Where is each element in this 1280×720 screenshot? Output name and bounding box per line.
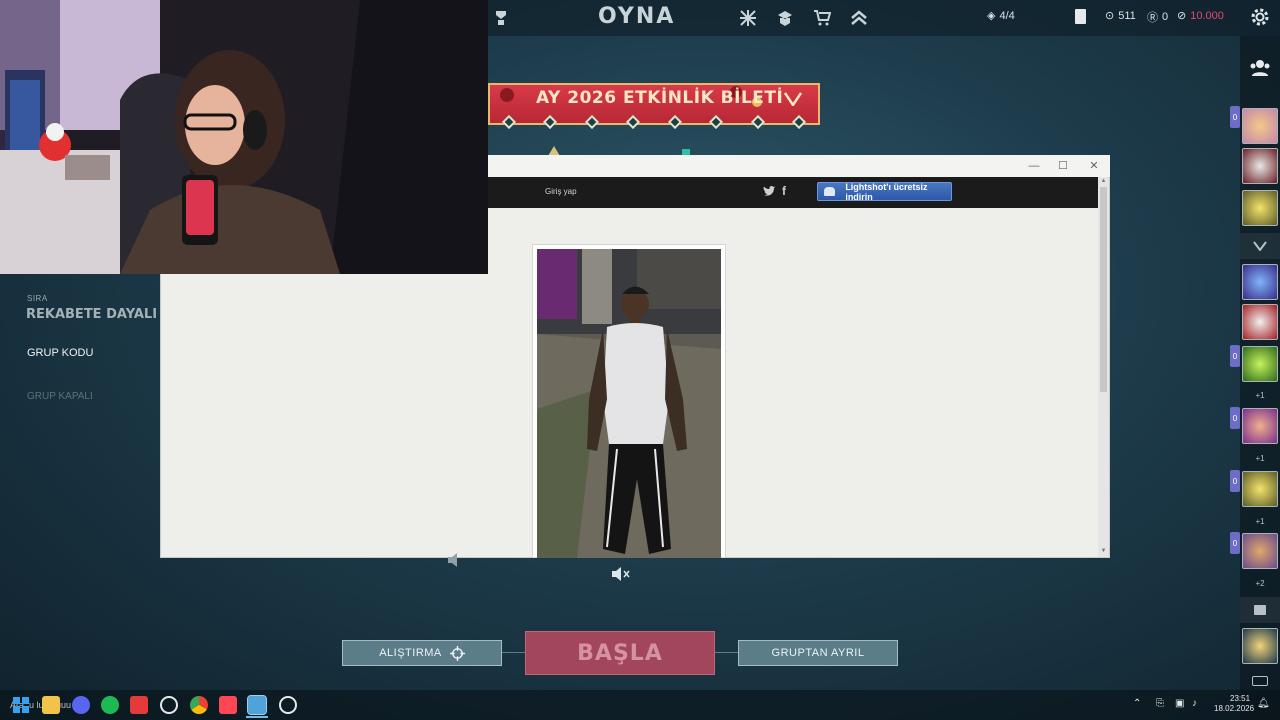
- agents-icon[interactable]: [737, 7, 759, 29]
- minimize-icon[interactable]: —: [1026, 158, 1042, 174]
- extra-count: +2: [1255, 579, 1265, 588]
- kingdom-credits-icon: ⊙: [1105, 10, 1115, 22]
- riot-client-icon[interactable]: [130, 696, 148, 714]
- clock-date[interactable]: 18.02.2026: [1214, 704, 1254, 713]
- store-cart-icon[interactable]: [811, 7, 833, 29]
- webcam-overlay: [0, 0, 488, 274]
- premier-card-icon[interactable]: [1075, 9, 1086, 24]
- friend-level-badge: 0: [1230, 470, 1240, 492]
- friend-level-badge: 0: [1230, 532, 1240, 554]
- spotify-icon[interactable]: [101, 696, 119, 714]
- download-cloud-icon: [824, 187, 836, 196]
- valorant-points-icon: ⊘: [1177, 10, 1187, 22]
- chat-icon[interactable]: [1252, 676, 1268, 686]
- diamond-icon: [709, 114, 724, 130]
- twitter-icon[interactable]: [763, 185, 776, 198]
- connector-line: [715, 652, 738, 653]
- extra-count: +1: [1255, 454, 1265, 463]
- chevron-up-icon[interactable]: ⌃: [1133, 698, 1141, 709]
- notification-bell-icon[interactable]: 🔔︎: [1257, 698, 1270, 709]
- microphone-icon[interactable]: ⎘: [1156, 698, 1164, 709]
- play-tab[interactable]: OYNA: [598, 4, 675, 29]
- friend-avatar[interactable]: [1242, 304, 1278, 340]
- mute-icon[interactable]: [609, 563, 631, 585]
- collection-icon[interactable]: [774, 7, 796, 29]
- valorant-logo-icon: [783, 92, 803, 108]
- screenshot-image[interactable]: [537, 249, 721, 558]
- diamond-icon: [750, 114, 765, 130]
- steelseries-icon[interactable]: [279, 696, 297, 714]
- active-app-indicator: [246, 716, 268, 718]
- friend-avatar[interactable]: [1242, 408, 1278, 444]
- offline-group-icon[interactable]: [1240, 597, 1280, 623]
- lightshot-icon[interactable]: [247, 695, 267, 715]
- valorant-icon[interactable]: [219, 696, 237, 714]
- scroll-up-icon[interactable]: ▲: [1099, 178, 1108, 184]
- party-icon: ◈: [987, 10, 996, 22]
- lantern-icon: [500, 88, 514, 102]
- friend-avatar[interactable]: [1242, 533, 1278, 569]
- crosshair-icon: [449, 645, 465, 661]
- kingdom-credits[interactable]: ⊙ 511: [1105, 9, 1136, 23]
- queue-label: SIRA: [27, 294, 48, 303]
- friend-avatar[interactable]: [1242, 471, 1278, 507]
- diamond-icon: [501, 114, 516, 130]
- valorant-points[interactable]: ⊘ 10.000: [1177, 9, 1224, 23]
- close-icon[interactable]: ✕: [1086, 158, 1102, 174]
- friend-avatar[interactable]: [1242, 628, 1278, 664]
- mute-icon[interactable]: [445, 549, 467, 571]
- practice-button[interactable]: ALIŞTIRMA: [342, 640, 502, 666]
- player-card-avatar[interactable]: [1242, 108, 1278, 144]
- diamond-icon: [543, 114, 558, 130]
- friend-level-badge: 0: [1230, 345, 1240, 367]
- career-icon[interactable]: [490, 7, 512, 29]
- clock-time[interactable]: 23:51: [1230, 694, 1250, 703]
- party-member-avatar[interactable]: [1242, 148, 1278, 184]
- diamond-icon: [584, 114, 599, 130]
- queue-mode-selector[interactable]: REKABETE DAYALI: [26, 307, 157, 322]
- diamond-icon: [626, 114, 641, 130]
- lightshot-header: [488, 177, 1098, 208]
- network-icon[interactable]: ▣: [1175, 698, 1184, 709]
- party-member-avatar[interactable]: [1242, 190, 1278, 226]
- collapse-chevron-icon[interactable]: [1240, 233, 1280, 259]
- windows-start-icon[interactable]: [12, 696, 30, 714]
- leave-group-button[interactable]: GRUPTAN AYRIL: [738, 640, 898, 666]
- download-lightshot-button[interactable]: Lightshot'ı ücretsiz indirin: [817, 182, 952, 202]
- friends-icon[interactable]: [1248, 56, 1272, 80]
- friend-level-badge: 0: [1230, 407, 1240, 429]
- chrome-icon[interactable]: [190, 696, 208, 714]
- login-link[interactable]: Giriş yap: [545, 187, 577, 196]
- scroll-down-icon[interactable]: ▼: [1099, 548, 1108, 554]
- group-closed-toggle[interactable]: GRUP KAPALI: [27, 391, 93, 402]
- facebook-icon[interactable]: f: [782, 184, 786, 198]
- friend-avatar[interactable]: [1242, 264, 1278, 300]
- discord-icon[interactable]: [72, 696, 90, 714]
- volume-icon[interactable]: ♪: [1192, 698, 1197, 709]
- friend-avatar[interactable]: [1242, 346, 1278, 382]
- obs-icon[interactable]: [160, 696, 178, 714]
- banner-diamond-strip: [488, 114, 820, 130]
- start-button[interactable]: BAŞLA: [525, 631, 715, 675]
- diamond-icon: [792, 114, 807, 130]
- event-banner-title: AY 2026 ETKİNLİK BİLETİ: [536, 88, 784, 108]
- extra-count: +1: [1255, 517, 1265, 526]
- connector-line: [502, 652, 525, 653]
- battlepass-icon[interactable]: [848, 7, 870, 29]
- gear-icon[interactable]: [1248, 5, 1272, 29]
- player-level-badge: 0: [1230, 106, 1240, 128]
- party-count: ◈ 4/4: [987, 9, 1015, 23]
- radianite-points[interactable]: Ⓡ 0: [1147, 9, 1168, 25]
- radianite-icon: Ⓡ: [1147, 12, 1158, 24]
- group-code-button[interactable]: GRUP KODU: [27, 347, 93, 359]
- scrollbar-thumb[interactable]: [1100, 187, 1107, 392]
- extra-count: +1: [1255, 391, 1265, 400]
- maximize-icon[interactable]: ☐: [1055, 158, 1071, 174]
- file-explorer-icon[interactable]: [42, 696, 60, 714]
- diamond-icon: [667, 114, 682, 130]
